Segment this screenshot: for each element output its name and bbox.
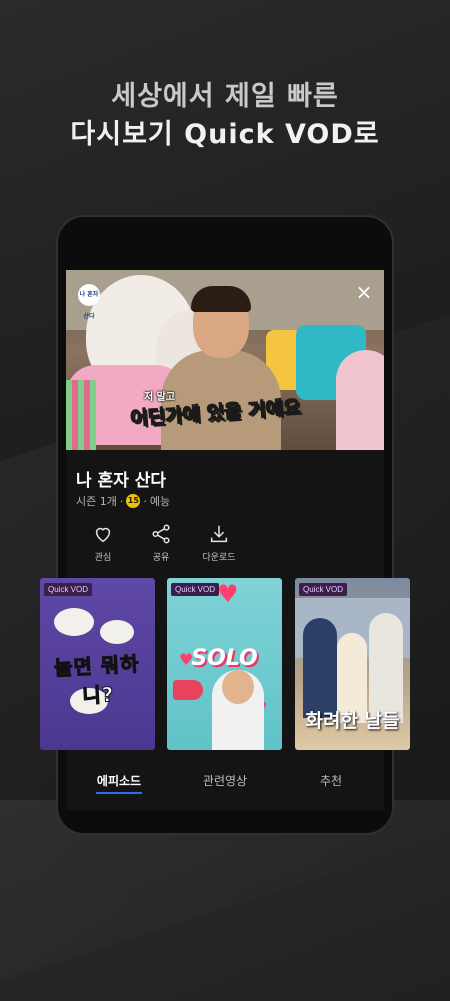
speech-bubble xyxy=(100,620,134,644)
heart-outline-icon xyxy=(95,527,111,543)
share-icon xyxy=(152,524,170,544)
person-figure xyxy=(303,618,337,718)
poster-title: 놀면 뭐하니? xyxy=(53,651,141,708)
person-head xyxy=(222,670,254,704)
channel-logo: 나 혼자 산다 xyxy=(78,284,100,320)
meta-separator: · xyxy=(119,494,124,508)
megaphone xyxy=(173,680,203,700)
heart-icon: ♥ xyxy=(217,580,239,608)
poster-card[interactable]: Quick VOD 놀면 뭐하니? xyxy=(40,578,155,750)
tab-related-videos[interactable]: 관련영상 xyxy=(172,765,278,800)
tab-recommended[interactable]: 추천 xyxy=(278,765,384,800)
poster-title: 화려한 날들 xyxy=(305,710,400,732)
favorite-button[interactable]: 관심 xyxy=(74,523,132,563)
quick-vod-badge: Quick VOD xyxy=(171,583,220,596)
person-right xyxy=(336,350,384,450)
share-button[interactable]: 공유 xyxy=(132,523,190,563)
download-label: 다운로드 xyxy=(202,553,236,563)
show-title: 나 혼자 산다 xyxy=(76,471,167,491)
poster-card[interactable]: Quick VOD 화려한 날들 xyxy=(295,578,410,750)
poster-carousel: Quick VOD 놀면 뭐하니? ♥ ♥ ♥ Quick VOD SOLO Q… xyxy=(40,578,412,750)
poster-card[interactable]: ♥ ♥ ♥ Quick VOD SOLO xyxy=(167,578,282,750)
quick-vod-badge: Quick VOD xyxy=(299,583,348,596)
promo-headline-line2: 다시보기 Quick VOD로 xyxy=(70,119,380,150)
download-button[interactable]: 다운로드 xyxy=(190,523,248,563)
share-label: 공유 xyxy=(152,553,170,563)
close-icon[interactable]: × xyxy=(354,282,374,302)
season-count: 시즌 1개 xyxy=(76,495,117,508)
download-icon xyxy=(210,525,228,543)
speech-bubble xyxy=(54,608,94,636)
tab-bar: 에피소드 관련영상 추천 xyxy=(66,765,384,800)
promo-headline: 세상에서 제일 빠른 다시보기 Quick VOD로 xyxy=(0,78,450,154)
tab-episodes[interactable]: 에피소드 xyxy=(66,765,172,800)
meta-separator: · xyxy=(143,494,147,508)
genre-label: 예능 xyxy=(149,495,171,508)
quick-vod-badge: Quick VOD xyxy=(44,583,93,596)
favorite-label: 관심 xyxy=(94,553,112,563)
person-hair xyxy=(191,286,251,312)
video-player[interactable]: 나 혼자 산다 × 저 말고 어딘가에 있을 거예요 xyxy=(66,270,384,450)
striped-sleeve xyxy=(66,380,96,450)
show-meta: 시즌 1개 · 15 · 예능 xyxy=(76,493,170,509)
age-rating-badge: 15 xyxy=(126,494,141,508)
promo-headline-line1: 세상에서 제일 빠른 xyxy=(111,81,339,112)
poster-title: SOLO xyxy=(191,646,258,671)
action-bar: 관심 공유 다운로드 xyxy=(74,523,248,563)
